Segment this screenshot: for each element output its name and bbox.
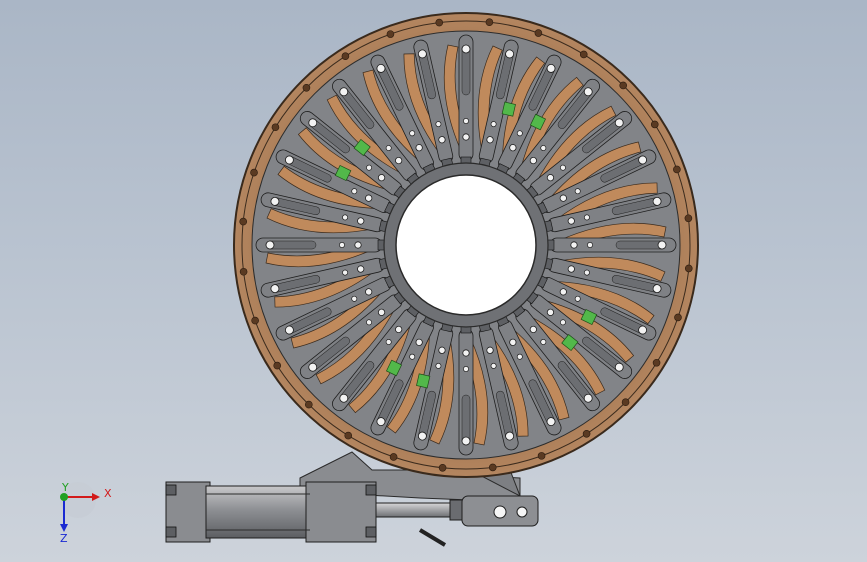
- clamping-segment: [545, 237, 677, 253]
- rim-hole: [438, 463, 447, 472]
- segment-outer-hole: [657, 240, 667, 250]
- rim-hole: [344, 431, 353, 440]
- rim-hole: [582, 429, 591, 438]
- clamping-segment: [458, 34, 474, 166]
- bore: [395, 174, 537, 316]
- segment-mid-hole: [463, 118, 469, 124]
- chuck-ring-assembly[interactable]: [233, 12, 699, 478]
- rim-hole: [673, 165, 681, 174]
- rim-hole: [250, 168, 258, 177]
- segment-inner-hole: [462, 349, 470, 357]
- segment-outer-hole: [461, 436, 471, 446]
- piston-rod: [375, 502, 459, 518]
- segment-outer-hole: [265, 240, 275, 250]
- cylinder-end-cap-right: [305, 481, 377, 543]
- rim-hole: [674, 313, 682, 322]
- segment-inner-hole: [570, 241, 578, 249]
- hose: [418, 528, 447, 547]
- rim-hole: [251, 316, 259, 325]
- rim-hole: [304, 400, 313, 409]
- rim-hole: [579, 50, 588, 59]
- rim-hole: [239, 217, 248, 226]
- rim-hole: [485, 18, 494, 27]
- rim-hole: [435, 18, 444, 27]
- green-pad: [501, 101, 516, 117]
- clevis-pin-hole: [493, 505, 507, 519]
- rim-hole: [273, 361, 282, 370]
- axis-triad-icon: X Y Z: [60, 481, 112, 545]
- z-axis-arrow: [60, 524, 68, 532]
- rim-hole: [537, 452, 546, 460]
- segment-mid-hole: [463, 366, 469, 372]
- x-axis-arrow: [92, 493, 100, 501]
- green-pad: [416, 373, 431, 389]
- rim-hole: [271, 123, 280, 132]
- rim-hole: [652, 358, 661, 367]
- z-axis-label: Z: [60, 532, 68, 545]
- rim-hole: [386, 30, 395, 38]
- segment-inner-hole: [462, 133, 470, 141]
- rim-hole: [239, 267, 248, 276]
- rim-hole: [389, 453, 398, 461]
- green-pad-block: [501, 101, 516, 117]
- rim-hole: [684, 264, 693, 273]
- rim-hole: [621, 398, 630, 407]
- rim-hole: [684, 214, 693, 223]
- segment-inner-hole: [354, 241, 362, 249]
- clamping-segment: [255, 237, 387, 253]
- rim-hole: [341, 52, 350, 61]
- clamping-segment: [458, 324, 474, 456]
- cad-viewport[interactable]: X Y Z: [0, 0, 867, 562]
- rim-hole: [534, 29, 543, 37]
- x-axis-label: X: [104, 487, 112, 500]
- y-axis-dot: [60, 493, 68, 501]
- green-pad-block: [416, 373, 431, 389]
- rim-hole: [302, 83, 311, 92]
- segment-outer-hole: [461, 44, 471, 54]
- clevis-pin-hole-2: [516, 506, 528, 518]
- segment-mid-hole: [339, 242, 345, 248]
- rim-hole: [488, 463, 497, 472]
- rim-hole: [650, 120, 659, 129]
- y-axis-label: Y: [61, 481, 69, 494]
- rim-hole: [619, 81, 628, 90]
- segment-mid-hole: [587, 242, 593, 248]
